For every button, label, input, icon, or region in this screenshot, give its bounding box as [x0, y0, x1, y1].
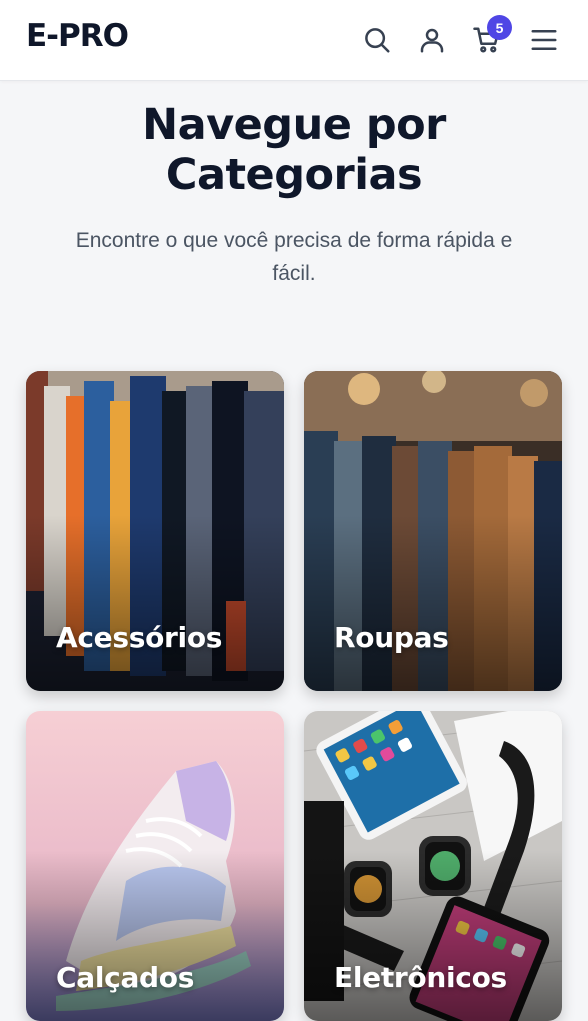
top-header: E-PRO 5: [0, 0, 588, 81]
cart-count-badge: 5: [487, 15, 512, 40]
category-card-acessorios[interactable]: Acessórios: [26, 371, 284, 691]
search-icon[interactable]: [359, 22, 395, 58]
page-title: Navegue por Categorias: [0, 100, 588, 200]
page-subtitle: Encontre o que você precisa de forma ráp…: [24, 224, 564, 290]
page-subtitle-line-1: Encontre o que você precisa de forma ráp…: [75, 229, 513, 252]
page-subtitle-line-2: fácil.: [272, 262, 316, 285]
user-icon[interactable]: [414, 22, 450, 58]
category-card-roupas[interactable]: Roupas: [304, 371, 562, 691]
category-label: Roupas: [334, 621, 449, 654]
category-card-eletronicos[interactable]: Eletrônicos: [304, 711, 562, 1021]
category-label: Eletrônicos: [334, 961, 507, 994]
category-label: Calçados: [56, 961, 195, 994]
category-label: Acessórios: [56, 621, 223, 654]
brand-logo[interactable]: E-PRO: [26, 18, 129, 54]
category-card-calcados[interactable]: Calçados: [26, 711, 284, 1021]
menu-icon[interactable]: [526, 22, 562, 58]
page-title-line-1: Navegue por: [142, 100, 446, 150]
page-title-line-2: Categorias: [165, 150, 423, 200]
